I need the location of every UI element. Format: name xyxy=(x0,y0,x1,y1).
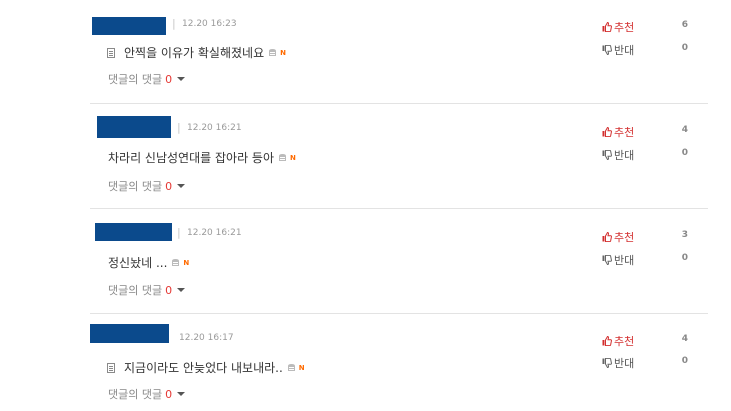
upvote-label: 추천 xyxy=(614,335,635,348)
reply-toggle[interactable]: 댓글의 댓글 0 xyxy=(108,386,186,402)
reply-toggle[interactable]: 댓글의 댓글 0 xyxy=(108,71,186,87)
comment-text: 안찍을 이유가 확실해졌네요 xyxy=(124,46,265,60)
meta-separator: | xyxy=(172,17,176,30)
comment-timestamp: 12.20 16:21 xyxy=(187,228,242,238)
caret-down-icon xyxy=(177,77,186,81)
upvote-button[interactable]: 추천 xyxy=(602,19,634,35)
downvote-button[interactable]: 반대 xyxy=(602,355,634,371)
reply-label: 댓글의 댓글 xyxy=(108,73,163,86)
thumbs-down-icon xyxy=(602,255,612,265)
thumbs-up-icon xyxy=(602,336,612,346)
meta-separator: | xyxy=(177,121,181,134)
upvote-count: 4 xyxy=(681,334,688,344)
downvote-label: 반대 xyxy=(614,357,635,370)
downvote-label: 반대 xyxy=(614,149,635,162)
reply-label: 댓글의 댓글 xyxy=(108,388,163,401)
upvote-count: 3 xyxy=(681,230,688,240)
meta-separator: | xyxy=(177,226,181,239)
thumbs-up-icon xyxy=(602,127,612,137)
downvote-label: 반대 xyxy=(614,254,635,267)
downvote-button[interactable]: 반대 xyxy=(602,42,634,58)
reply-count: 0 xyxy=(165,72,173,86)
mobile-icon xyxy=(268,48,277,57)
thumbs-down-icon xyxy=(602,150,612,160)
thumbs-down-icon xyxy=(602,45,612,55)
author-name-redacted[interactable] xyxy=(95,223,172,241)
new-badge: N xyxy=(280,48,286,57)
comment-text: 정신놨네 ... xyxy=(108,256,168,270)
caret-down-icon xyxy=(177,392,186,396)
comment-text: 지금이라도 안늦었다 내보내라.. xyxy=(124,361,283,375)
caret-down-icon xyxy=(177,288,186,292)
thumbs-down-icon xyxy=(602,358,612,368)
comment-item: | 12.20 16:21 정신놨네 ... N 댓글의 댓글 0 추천 3 반… xyxy=(0,209,731,313)
author-name-redacted[interactable] xyxy=(97,116,171,138)
new-badge: N xyxy=(298,363,305,372)
mobile-icon xyxy=(287,363,296,372)
comment-item: | 12.20 16:21 차라리 신남성연대를 잡아라 등아 N 댓글의 댓글… xyxy=(0,104,731,208)
mobile-icon xyxy=(171,258,180,267)
new-badge: N xyxy=(183,258,190,267)
reply-count: 0 xyxy=(165,179,173,193)
upvote-label: 추천 xyxy=(614,126,635,139)
document-icon xyxy=(107,47,115,58)
comment-item: | 12.20 16:23 안찍을 이유가 확실해졌네요 N 댓글의 댓글 0 … xyxy=(0,0,731,103)
comment-timestamp: 12.20 16:17 xyxy=(179,333,234,343)
mobile-icon xyxy=(278,153,287,162)
reply-count: 0 xyxy=(165,387,173,401)
upvote-count: 4 xyxy=(681,125,688,135)
downvote-count: 0 xyxy=(681,148,688,158)
comment-body: 차라리 신남성연대를 잡아라 등아 N xyxy=(108,149,296,166)
upvote-label: 추천 xyxy=(614,21,635,34)
author-name-redacted[interactable] xyxy=(92,17,166,35)
comment-item: 12.20 16:17 지금이라도 안늦었다 내보내라.. N 댓글의 댓글 0… xyxy=(0,314,731,411)
upvote-count: 6 xyxy=(681,20,688,30)
comment-body: 지금이라도 안늦었다 내보내라.. N xyxy=(107,359,305,376)
author-name-redacted[interactable] xyxy=(90,324,169,343)
reply-label: 댓글의 댓글 xyxy=(108,284,163,297)
downvote-label: 반대 xyxy=(614,44,635,57)
reply-toggle[interactable]: 댓글의 댓글 0 xyxy=(108,178,186,194)
upvote-button[interactable]: 추천 xyxy=(602,333,634,349)
thumbs-up-icon xyxy=(602,232,612,242)
document-icon xyxy=(107,362,115,373)
thumbs-up-icon xyxy=(602,22,612,32)
new-badge: N xyxy=(290,153,296,162)
comment-timestamp: 12.20 16:23 xyxy=(182,19,237,29)
comment-timestamp: 12.20 16:21 xyxy=(187,123,242,133)
comment-text: 차라리 신남성연대를 잡아라 등아 xyxy=(108,151,275,165)
upvote-label: 추천 xyxy=(614,231,635,244)
comment-body: 안찍을 이유가 확실해졌네요 N xyxy=(107,44,286,61)
upvote-button[interactable]: 추천 xyxy=(602,229,634,245)
caret-down-icon xyxy=(177,184,186,188)
downvote-count: 0 xyxy=(681,253,688,263)
downvote-button[interactable]: 반대 xyxy=(602,147,634,163)
downvote-count: 0 xyxy=(681,356,688,366)
reply-toggle[interactable]: 댓글의 댓글 0 xyxy=(108,282,186,298)
downvote-count: 0 xyxy=(681,43,688,53)
reply-label: 댓글의 댓글 xyxy=(108,180,163,193)
comment-body: 정신놨네 ... N xyxy=(108,254,189,271)
upvote-button[interactable]: 추천 xyxy=(602,124,634,140)
downvote-button[interactable]: 반대 xyxy=(602,252,634,268)
reply-count: 0 xyxy=(165,283,173,297)
